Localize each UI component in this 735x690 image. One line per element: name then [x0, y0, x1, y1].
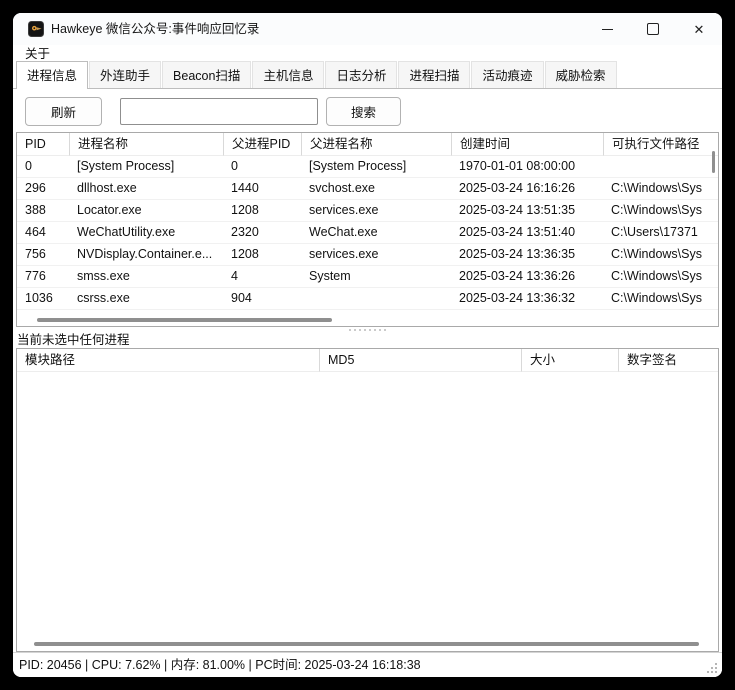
process-table-row[interactable]: 388 Locator.exe 1208 services.exe 2025-0… — [17, 200, 718, 222]
cell-created: 2025-03-24 13:51:35 — [451, 200, 603, 221]
tab-6[interactable]: 活动痕迹 — [471, 61, 543, 88]
tab-1[interactable]: 外连助手 — [89, 61, 161, 88]
cell-created: 2025-03-24 13:36:26 — [451, 266, 603, 287]
module-table-header: 模块路径 MD5 大小 数字签名 — [17, 349, 718, 372]
search-input[interactable] — [120, 98, 318, 125]
module-table: 模块路径 MD5 大小 数字签名 — [16, 348, 719, 652]
column-header-module-path[interactable]: 模块路径 — [17, 349, 319, 372]
cell-path: C:\Users\17371 — [603, 222, 718, 243]
column-header-pname[interactable]: 父进程名称 — [301, 133, 451, 156]
cell-path: C:\Windows\Sys — [603, 200, 718, 221]
minimize-button[interactable] — [584, 13, 630, 45]
cell-name: smss.exe — [69, 266, 223, 287]
column-header-size[interactable]: 大小 — [521, 349, 618, 372]
cell-name: dllhost.exe — [69, 178, 223, 199]
cell-pid: 464 — [17, 222, 69, 243]
cell-name: WeChatUtility.exe — [69, 222, 223, 243]
column-header-signature[interactable]: 数字签名 — [618, 349, 718, 372]
cell-path: C:\Windows\Sys — [603, 244, 718, 265]
process-table: PID 进程名称 父进程PID 父进程名称 创建时间 可执行文件路径 0 [Sy… — [16, 132, 719, 327]
selection-status-label: 当前未选中任何进程 — [17, 333, 130, 348]
process-table-body: 0 [System Process] 0 [System Process] 19… — [17, 156, 718, 310]
close-icon: ✕ — [694, 23, 705, 36]
tab-bar: 进程信息外连助手Beacon扫描主机信息日志分析进程扫描活动痕迹威胁检索 — [13, 64, 722, 89]
cell-pname: System — [301, 266, 451, 287]
tab-7[interactable]: 威胁检索 — [545, 61, 617, 88]
refresh-button[interactable]: 刷新 — [25, 97, 102, 126]
process-table-vertical-scrollbar[interactable] — [712, 151, 715, 173]
tab-4[interactable]: 日志分析 — [325, 61, 397, 88]
cell-ppid: 2320 — [223, 222, 301, 243]
cell-path: C:\Windows\Sys — [603, 178, 718, 199]
cell-ppid: 904 — [223, 288, 301, 309]
maximize-icon — [647, 23, 659, 35]
module-table-horizontal-scrollbar[interactable] — [34, 642, 699, 646]
process-table-row[interactable]: 756 NVDisplay.Container.e... 1208 servic… — [17, 244, 718, 266]
process-table-header: PID 进程名称 父进程PID 父进程名称 创建时间 可执行文件路径 — [17, 133, 718, 156]
cell-created: 2025-03-24 13:36:32 — [451, 288, 603, 309]
window-controls: ✕ — [584, 13, 722, 45]
process-table-row[interactable]: 776 smss.exe 4 System 2025-03-24 13:36:2… — [17, 266, 718, 288]
cell-ppid: 1208 — [223, 244, 301, 265]
tab-3[interactable]: 主机信息 — [252, 61, 324, 88]
cell-ppid: 4 — [223, 266, 301, 287]
cell-path: C:\Windows\Sys — [603, 288, 718, 309]
window-title: Hawkeye 微信公众号:事件响应回忆录 — [51, 13, 259, 45]
maximize-button[interactable] — [630, 13, 676, 45]
cell-pid: 756 — [17, 244, 69, 265]
minimize-icon — [602, 29, 613, 30]
cell-ppid: 1208 — [223, 200, 301, 221]
column-header-name[interactable]: 进程名称 — [69, 133, 223, 156]
column-header-md5[interactable]: MD5 — [319, 349, 521, 372]
cell-path: C:\Windows\Sys — [603, 266, 718, 287]
column-header-created[interactable]: 创建时间 — [451, 133, 603, 156]
cell-name: [System Process] — [69, 156, 223, 177]
app-window: Hawkeye 微信公众号:事件响应回忆录 ✕ 关于 进程信息外连助手Beaco… — [13, 13, 722, 677]
hawkeye-app-icon — [28, 21, 44, 37]
process-table-row[interactable]: 0 [System Process] 0 [System Process] 19… — [17, 156, 718, 178]
cell-pname — [301, 288, 451, 309]
cell-pname: services.exe — [301, 244, 451, 265]
close-button[interactable]: ✕ — [676, 13, 722, 45]
cell-created: 2025-03-24 13:36:35 — [451, 244, 603, 265]
cell-pname: [System Process] — [301, 156, 451, 177]
tab-2[interactable]: Beacon扫描 — [162, 61, 251, 88]
column-header-path[interactable]: 可执行文件路径 — [603, 133, 718, 156]
status-text: PID: 20456 | CPU: 7.62% | 内存: 81.00% | P… — [19, 653, 421, 677]
tab-0[interactable]: 进程信息 — [16, 61, 88, 89]
cell-created: 1970-01-01 08:00:00 — [451, 156, 603, 177]
cell-path — [603, 156, 718, 177]
column-header-pid[interactable]: PID — [17, 133, 69, 156]
cell-pname: services.exe — [301, 200, 451, 221]
cell-created: 2025-03-24 13:51:40 — [451, 222, 603, 243]
cell-pname: WeChat.exe — [301, 222, 451, 243]
resize-grip[interactable] — [715, 671, 717, 673]
cell-pid: 1036 — [17, 288, 69, 309]
tab-5[interactable]: 进程扫描 — [398, 61, 470, 88]
cell-pid: 388 — [17, 200, 69, 221]
cell-ppid: 1440 — [223, 178, 301, 199]
process-table-row[interactable]: 1036 csrss.exe 904 2025-03-24 13:36:32 C… — [17, 288, 718, 310]
process-table-horizontal-scrollbar[interactable] — [37, 318, 332, 322]
cell-created: 2025-03-24 16:16:26 — [451, 178, 603, 199]
cell-name: csrss.exe — [69, 288, 223, 309]
cell-ppid: 0 — [223, 156, 301, 177]
column-header-ppid[interactable]: 父进程PID — [223, 133, 301, 156]
status-bar: PID: 20456 | CPU: 7.62% | 内存: 81.00% | P… — [13, 652, 722, 677]
process-table-row[interactable]: 296 dllhost.exe 1440 svchost.exe 2025-03… — [17, 178, 718, 200]
search-button[interactable]: 搜索 — [326, 97, 401, 126]
cell-name: NVDisplay.Container.e... — [69, 244, 223, 265]
titlebar[interactable]: Hawkeye 微信公众号:事件响应回忆录 ✕ — [13, 13, 722, 45]
cell-name: Locator.exe — [69, 200, 223, 221]
cell-pid: 776 — [17, 266, 69, 287]
cell-pid: 296 — [17, 178, 69, 199]
cell-pname: svchost.exe — [301, 178, 451, 199]
process-table-row[interactable]: 464 WeChatUtility.exe 2320 WeChat.exe 20… — [17, 222, 718, 244]
cell-pid: 0 — [17, 156, 69, 177]
